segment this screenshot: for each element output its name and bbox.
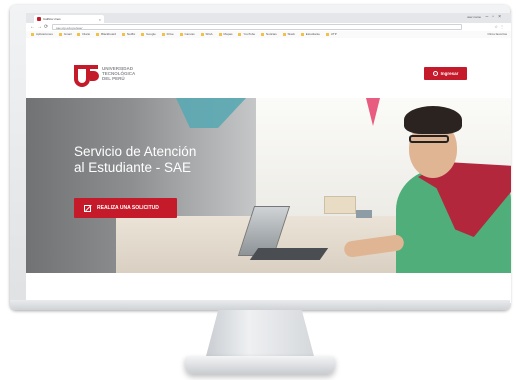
bookmark-item[interactable]: YouTube [238,31,255,38]
desk-phone [356,210,372,218]
monitor-chin [10,300,510,310]
login-circle-icon: → [432,71,438,76]
hero-banner: Servicio de Atención al Estudiante - SAE… [26,98,511,273]
browser-tab[interactable]: Califica Unes × [34,15,104,23]
browser-window: Califica Unes × user name –▫× ←→⟳ sae.ut… [26,13,511,303]
bookmark-item[interactable]: Diario [77,31,90,38]
bookmark-item[interactable]: Estudiante [301,31,320,38]
url-input[interactable]: sae.utp.edu.pe/sae/ [52,24,462,30]
page-content-area [26,273,511,303]
university-name: UNIVERSIDAD TECNOLÓGICA DEL PERÚ [102,66,135,81]
edit-form-icon [84,204,91,212]
tab-title: Califica Unes [43,17,61,21]
bookmark-item[interactable]: Gmail [59,31,72,38]
bookmark-item[interactable]: Noticias [261,31,277,38]
student-hair [404,106,462,134]
bookmark-item[interactable]: Drive [162,31,174,38]
request-button[interactable]: REALIZA UNA SOLICITUD [74,198,177,218]
star-menu-icons[interactable]: ☆⋮ [494,24,506,29]
monitor-stand-base [185,356,335,374]
close-tab-icon[interactable]: × [99,17,101,22]
logo-line: DEL PERÚ [102,76,125,81]
bookmark-item[interactable]: Aplicaciones [31,31,53,38]
bookmark-item[interactable]: Slack [283,31,295,38]
window-controls[interactable]: –▫× [486,14,505,20]
monitor-frame: Califica Unes × user name –▫× ←→⟳ sae.ut… [10,5,511,310]
bookmark-item[interactable]: SIGA [201,31,213,38]
bookmark-item[interactable]: Mapas [219,31,233,38]
navigation-buttons[interactable]: ←→⟳ [30,24,50,30]
desk-boxes [324,196,356,214]
bookmark-other[interactable]: Otros favoritos [487,31,507,38]
request-button-label: REALIZA UNA SOLICITUD [97,205,159,211]
monitor-stand-neck [205,310,315,360]
profile-name[interactable]: user name [467,15,481,19]
hero-title: Servicio de Atención al Estudiante - SAE [74,144,196,176]
bookmark-item[interactable]: Blackboard [96,31,116,38]
favicon-icon [37,17,41,21]
hero-title-line: al Estudiante - SAE [74,160,192,175]
decorative-teal-shape [176,98,246,128]
login-button-label: Ingresar [440,71,459,76]
student-glasses [409,135,449,143]
bookmark-item[interactable]: Google [141,31,156,38]
hero-title-line: Servicio de Atención [74,144,197,159]
bookmark-item[interactable]: UTP [326,31,337,38]
bookmark-item[interactable]: Canvas [180,31,195,38]
tab-bar: Califica Unes × user name –▫× [26,13,511,23]
utp-logo-icon[interactable] [72,63,100,89]
login-button[interactable]: → Ingresar [424,67,467,80]
bookmark-item[interactable]: Netflix [122,31,135,38]
laptop-keyboard [249,248,329,260]
